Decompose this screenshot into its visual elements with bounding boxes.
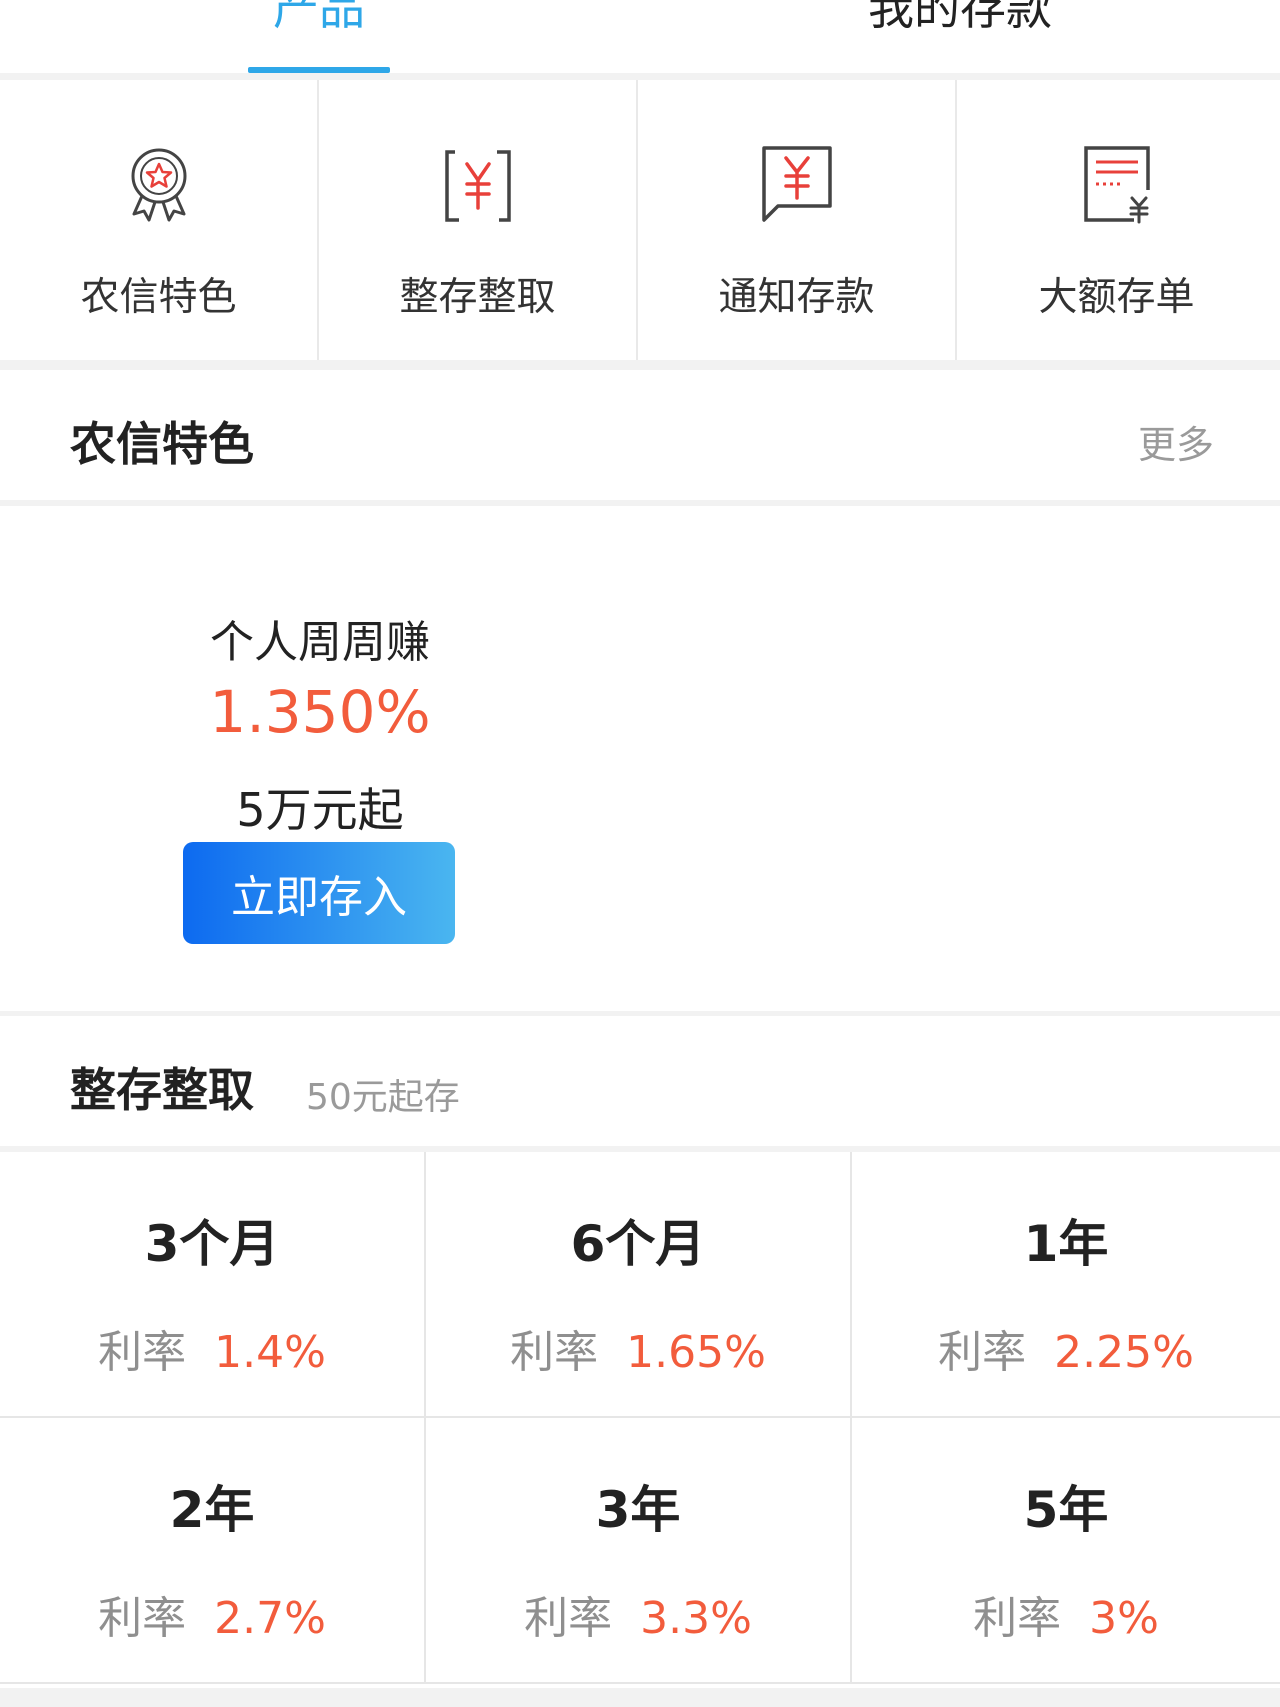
rate-value: 1.4% [214, 1327, 326, 1378]
section-subtitle: 50元起存 [306, 1077, 460, 1118]
rate-cell[interactable]: 6个月 利率 1.65% [426, 1152, 852, 1418]
rate-cell[interactable]: 5年 利率 3% [852, 1418, 1280, 1684]
featured-product-card: 个人周周赚 1.350% 5万元起 立即存入 [0, 506, 1280, 1011]
product-min-amount: 5万元起 [236, 783, 404, 837]
tab-my-deposits[interactable]: 我的存款 [830, 0, 1090, 73]
term-label: 3年 [595, 1481, 681, 1539]
rate-cell[interactable]: 3年 利率 3.3% [426, 1418, 852, 1684]
tab-products-label: 产品 [273, 0, 365, 35]
quick-actions-row: 农信特色 整存整取 通知存款 大额存单 [0, 80, 1280, 360]
featured-section-header: 农信特色 更多 [0, 370, 1280, 500]
term-label: 3个月 [144, 1215, 280, 1273]
quick-action-label: 大额存单 [1038, 275, 1195, 320]
quick-action-large-cd[interactable]: 大额存单 [957, 80, 1276, 360]
yuan-bracket-icon [444, 150, 511, 222]
top-tab-bar: 产品 我的存款 [0, 0, 1280, 73]
term-label: 6个月 [570, 1215, 706, 1273]
deposit-now-button[interactable]: 立即存入 [183, 842, 455, 944]
term-label: 2年 [169, 1481, 255, 1539]
rate-value: 1.65% [626, 1327, 766, 1378]
tab-my-deposits-label: 我的存款 [868, 0, 1052, 35]
rate-cell[interactable]: 3个月 利率 1.4% [0, 1152, 426, 1418]
section-title: 整存整取 [70, 1063, 254, 1117]
rate-grid: 3个月 利率 1.4% 6个月 利率 1.65% 1年 利率 2.25% 2年 利率 2… [0, 1152, 1280, 1688]
rate-label: 利率 [973, 1593, 1062, 1644]
rate-value: 2.25% [1054, 1327, 1194, 1378]
term-label: 5年 [1023, 1481, 1109, 1539]
rate-cell[interactable]: 2年 利率 2.7% [0, 1418, 426, 1684]
product-name: 个人周周赚 [210, 617, 430, 668]
yuan-message-icon [761, 146, 832, 222]
rate-cell[interactable]: 1年 利率 2.25% [852, 1152, 1280, 1418]
rate-value: 3% [1089, 1593, 1159, 1644]
fixed-deposit-header: 整存整取 50元起存 [0, 1016, 1280, 1146]
rate-label: 利率 [524, 1593, 613, 1644]
section-title: 农信特色 [70, 417, 254, 471]
quick-action-label: 通知存款 [718, 275, 875, 320]
active-tab-indicator [248, 67, 390, 73]
quick-action-notice-deposit[interactable]: 通知存款 [638, 80, 957, 360]
more-link[interactable]: 更多 [1138, 414, 1214, 469]
quick-action-label: 农信特色 [80, 275, 237, 320]
rate-value: 2.7% [214, 1593, 326, 1644]
yuan-document-icon [1083, 146, 1150, 224]
award-ribbon-icon [131, 148, 186, 222]
product-rate: 1.350% [209, 678, 431, 746]
quick-action-label: 整存整取 [399, 275, 556, 320]
tab-products[interactable]: 产品 [248, 0, 390, 73]
rate-value: 3.3% [640, 1593, 752, 1644]
term-label: 1年 [1023, 1215, 1109, 1273]
quick-action-fixed-deposit[interactable]: 整存整取 [319, 80, 638, 360]
quick-action-featured[interactable]: 农信特色 [0, 80, 319, 360]
rate-label: 利率 [510, 1327, 599, 1378]
rate-label: 利率 [938, 1327, 1027, 1378]
rate-label: 利率 [98, 1327, 187, 1378]
rate-label: 利率 [98, 1593, 187, 1644]
